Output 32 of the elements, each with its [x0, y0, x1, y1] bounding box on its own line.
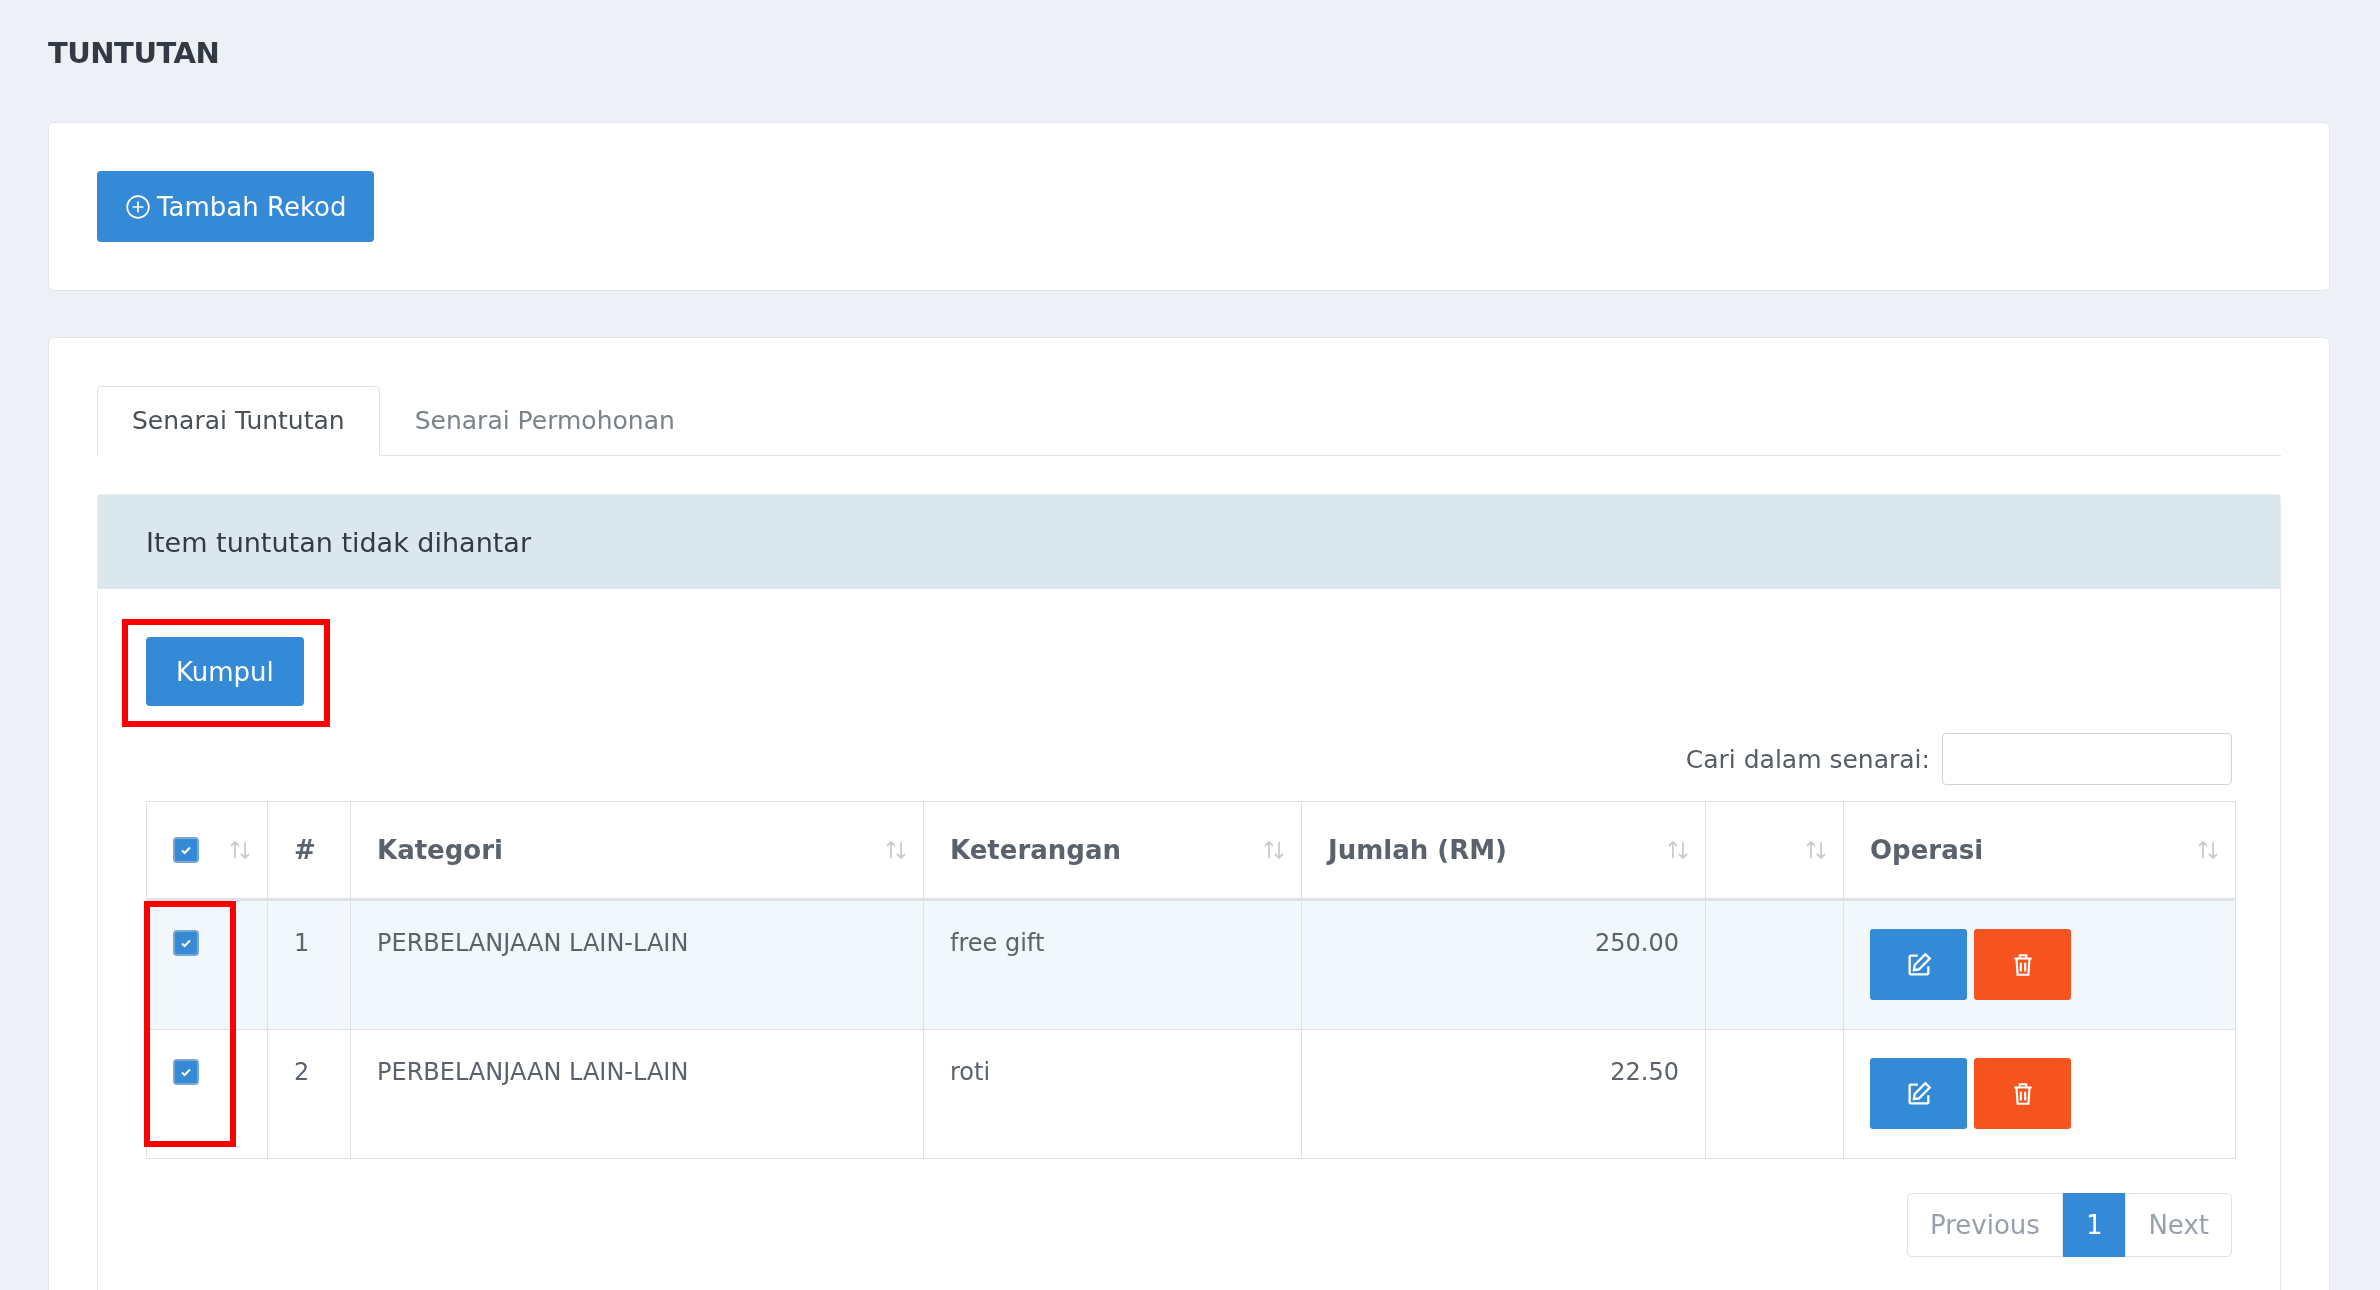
- plus-circle-icon: [125, 193, 151, 220]
- search-label: Cari dalam senarai:: [1685, 744, 1930, 774]
- table-cell: roti: [950, 1058, 991, 1086]
- delete-button[interactable]: [1974, 929, 2071, 1000]
- table-cell: 2: [294, 1058, 310, 1086]
- table-cell: PERBELANJAAN LAIN-LAIN: [377, 929, 689, 957]
- sort-icon[interactable]: [1667, 839, 1689, 861]
- edit-button[interactable]: [1870, 1058, 1967, 1129]
- sort-icon[interactable]: [229, 839, 251, 861]
- delete-button[interactable]: [1974, 1058, 2071, 1129]
- pagination-link[interactable]: 1: [2062, 1193, 2126, 1257]
- submit-button[interactable]: Kumpul: [146, 637, 304, 706]
- add-record-button[interactable]: Tambah Rekod: [97, 171, 375, 242]
- sort-icon[interactable]: [2197, 839, 2219, 861]
- table-cell: 22.50: [1610, 1058, 1679, 1086]
- page-title: TUNTUTAN: [48, 36, 221, 70]
- table-cell: free gift: [950, 929, 1045, 957]
- column-header[interactable]: #: [294, 835, 334, 865]
- row-checkbox[interactable]: [173, 930, 199, 956]
- tab[interactable]: Senarai Permohonan: [379, 386, 710, 456]
- sort-icon[interactable]: [885, 839, 907, 861]
- sort-icon[interactable]: [1805, 839, 1827, 861]
- table-cell: PERBELANJAAN LAIN-LAIN: [377, 1058, 689, 1086]
- edit-button[interactable]: [1870, 929, 1967, 1000]
- sort-icon[interactable]: [1263, 839, 1285, 861]
- row-checkbox[interactable]: [173, 1059, 199, 1085]
- search-field[interactable]: [1942, 733, 2232, 785]
- select-all-checkbox[interactable]: [173, 837, 199, 863]
- tab[interactable]: Senarai Tuntutan: [97, 386, 380, 456]
- table-cell: 1: [294, 929, 310, 957]
- panel-title: Item tuntutan tidak dihantar: [146, 526, 531, 558]
- table-cell: 250.00: [1595, 929, 1679, 957]
